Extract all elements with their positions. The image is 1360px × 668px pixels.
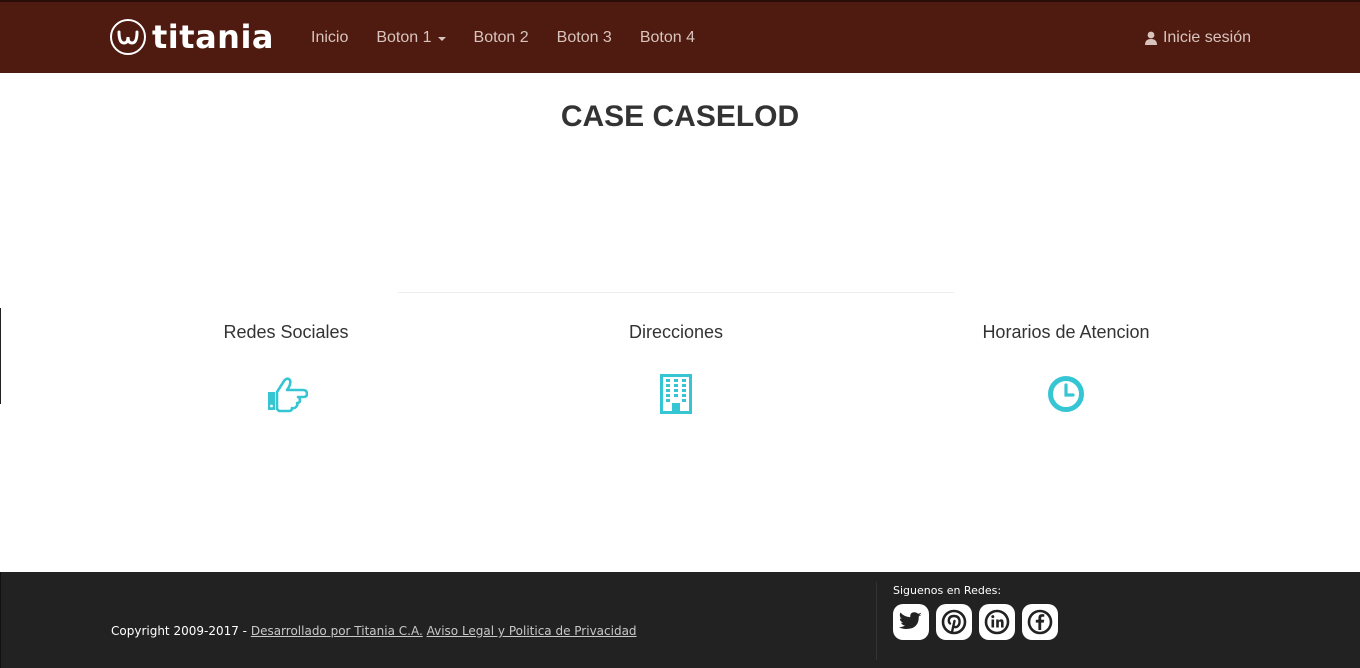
- titania-logo-icon: [110, 19, 146, 55]
- info-column-redes-sociales: Redes Sociales: [136, 320, 436, 418]
- nav-item-boton-1-dropdown[interactable]: Boton 1: [362, 26, 459, 50]
- section-divider: [398, 292, 954, 293]
- facebook-icon[interactable]: [1022, 604, 1058, 640]
- info-column-direcciones: Direcciones: [526, 320, 826, 418]
- copyright-text: Copyright 2009-2017 - Desarrollado por T…: [111, 624, 637, 638]
- footer-divider: [876, 582, 877, 660]
- clock-icon: [1042, 370, 1090, 418]
- social-icons: [893, 604, 1065, 640]
- nav-item-label: Inicio: [311, 29, 349, 46]
- brand-logo[interactable]: titania: [110, 17, 274, 57]
- navbar: titania Inicio Boton 1 Boton 2 Boton 3 B…: [0, 0, 1360, 73]
- main-nav: Inicio Boton 1 Boton 2 Boton 3 Boton 4: [297, 26, 709, 50]
- building-icon: [652, 370, 700, 418]
- legal-link[interactable]: Aviso Legal y Politica de Privacidad: [427, 624, 637, 638]
- footer: Copyright 2009-2017 - Desarrollado por T…: [0, 572, 1360, 668]
- column-heading: Direcciones: [628, 322, 724, 342]
- login-link[interactable]: Inicie sesión: [1144, 26, 1251, 50]
- linkedin-icon[interactable]: [979, 604, 1015, 640]
- nav-item-inicio[interactable]: Inicio: [297, 26, 362, 50]
- hand-pointing-icon: [262, 370, 310, 418]
- column-heading: Redes Sociales: [223, 322, 349, 342]
- nav-item-boton-2[interactable]: Boton 2: [460, 26, 543, 50]
- nav-item-label: Boton 2: [473, 29, 529, 46]
- brand-name: titania: [152, 18, 274, 56]
- nav-item-label: Boton 4: [639, 29, 695, 46]
- nav-item-label: Boton 3: [556, 29, 612, 46]
- twitter-icon[interactable]: [893, 604, 929, 640]
- user-icon: [1144, 31, 1157, 45]
- nav-item-label: Boton 1: [376, 29, 432, 46]
- nav-item-boton-4[interactable]: Boton 4: [626, 26, 709, 50]
- copyright-label: Copyright 2009-2017 -: [111, 624, 251, 638]
- caret-down-icon: [437, 37, 446, 41]
- pinterest-icon[interactable]: [936, 604, 972, 640]
- left-edge-line: [0, 308, 1, 404]
- nav-item-boton-3[interactable]: Boton 3: [543, 26, 626, 50]
- social-title: Siguenos en Redes:: [893, 584, 1002, 597]
- info-column-horarios: Horarios de Atencion: [916, 320, 1216, 418]
- login-label: Inicie sesión: [1162, 29, 1251, 46]
- column-heading: Horarios de Atencion: [982, 322, 1150, 342]
- page-title: CASE CASELOD: [560, 100, 800, 133]
- developer-link[interactable]: Desarrollado por Titania C.A.: [251, 624, 423, 638]
